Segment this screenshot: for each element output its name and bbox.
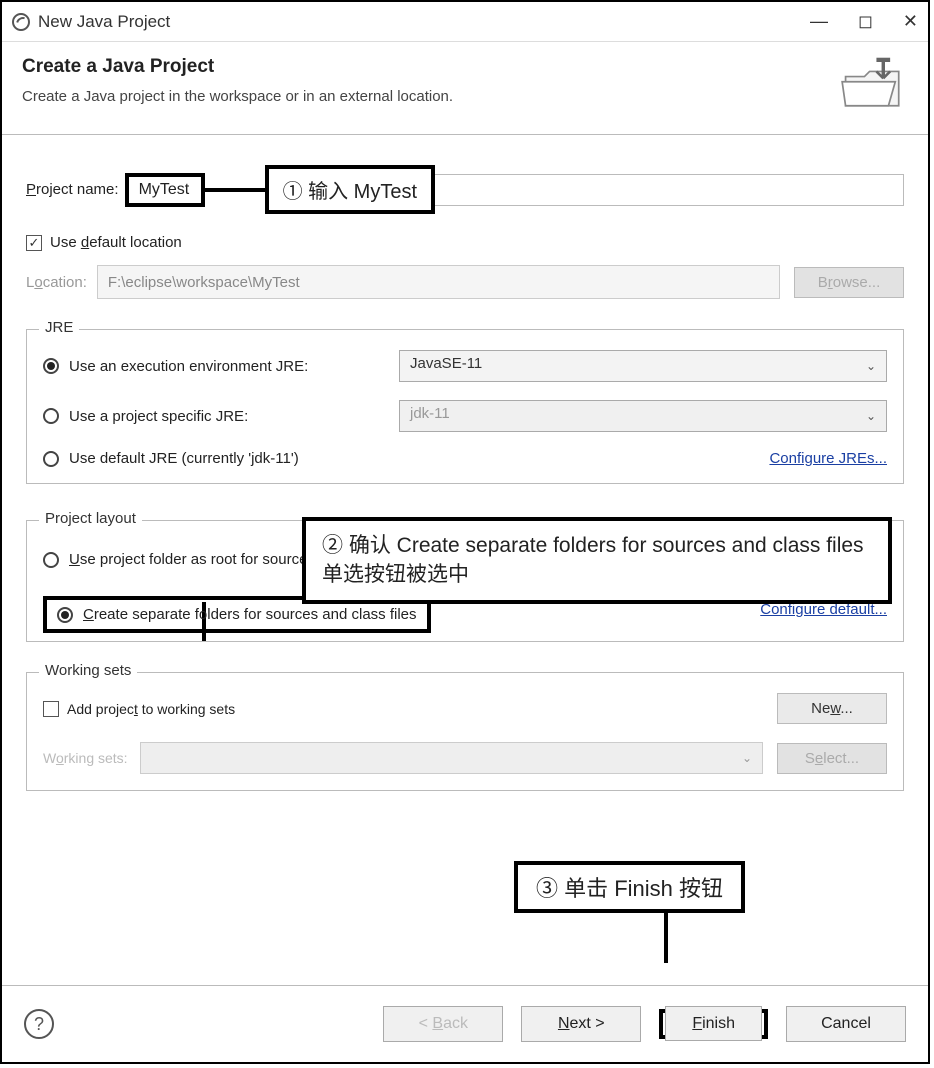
working-sets-select-row: Working sets: ⌄ Select... (43, 742, 887, 774)
project-name-input[interactable]: MyTest (125, 173, 205, 207)
jre-group: JRE Use an execution environment JRE: Ja… (26, 329, 904, 484)
chevron-down-icon: ⌄ (742, 751, 752, 765)
help-icon[interactable]: ? (24, 1009, 54, 1039)
jre-project-specific-label: Use a project specific JRE: (69, 408, 379, 425)
finish-button-highlight: Finish (659, 1009, 768, 1039)
titlebar: New Java Project — ◻ ✕ (2, 2, 928, 42)
annotation-3: ③ 单击 Finish 按钮 (514, 861, 745, 913)
annotation-1: ① 输入 MyTest (265, 165, 435, 214)
project-layout-legend: Project layout (39, 510, 142, 527)
jre-project-specific-radio[interactable] (43, 408, 59, 424)
header-title: Create a Java Project (22, 56, 838, 78)
eclipse-icon (12, 13, 30, 31)
dialog-window: New Java Project — ◻ ✕ Create a Java Pro… (0, 0, 930, 1064)
jre-execution-env-radio[interactable] (43, 358, 59, 374)
new-working-set-button[interactable]: New... (777, 693, 887, 724)
jre-execution-env-row: Use an execution environment JRE: JavaSE… (43, 350, 887, 382)
location-input (97, 265, 780, 299)
add-to-working-sets-checkbox[interactable] (43, 701, 59, 717)
working-sets-label: Working sets: (43, 750, 128, 766)
add-to-working-sets-label: Add project to working sets (67, 701, 235, 717)
annotation-3-connector (664, 907, 668, 963)
select-working-set-button: Select... (777, 743, 887, 774)
jre-project-specific-row: Use a project specific JRE: jdk-11 ⌄ (43, 400, 887, 432)
window-controls: — ◻ ✕ (810, 11, 918, 32)
window-title: New Java Project (38, 12, 810, 32)
folder-icon (838, 56, 908, 116)
project-name-label: Project name: (26, 181, 119, 198)
jre-default-radio[interactable] (43, 451, 59, 467)
chevron-down-icon: ⌄ (866, 409, 876, 423)
working-sets-select: ⌄ (140, 742, 763, 774)
location-row: Location: Browse... (26, 265, 904, 299)
working-sets-group: Working sets Add project to working sets… (26, 672, 904, 791)
layout-root-folder-radio[interactable] (43, 552, 59, 568)
use-default-location-label: Use default location (50, 234, 182, 251)
dialog-header: Create a Java Project Create a Java proj… (2, 42, 928, 135)
jre-default-row: Use default JRE (currently 'jdk-11') Con… (43, 450, 887, 467)
finish-button[interactable]: Finish (665, 1006, 762, 1041)
jre-project-specific-select: jdk-11 ⌄ (399, 400, 887, 432)
maximize-icon[interactable]: ◻ (858, 11, 873, 32)
configure-jres-link[interactable]: Configure JREs... (769, 450, 887, 467)
close-icon[interactable]: ✕ (903, 11, 918, 32)
jre-execution-env-select[interactable]: JavaSE-11 ⌄ (399, 350, 887, 382)
chevron-down-icon: ⌄ (866, 359, 876, 373)
annotation-2: ② 确认 Create separate folders for sources… (302, 517, 892, 604)
minimize-icon[interactable]: — (810, 11, 828, 32)
use-default-location-checkbox[interactable] (26, 235, 42, 251)
layout-separate-folders-label: Create separate folders for sources and … (83, 606, 417, 623)
location-label: Location: (26, 274, 87, 291)
jre-default-label: Use default JRE (currently 'jdk-11') (69, 450, 769, 467)
project-name-row: Project name: MyTest ① 输入 MyTest (26, 165, 904, 214)
working-sets-legend: Working sets (39, 662, 137, 679)
dialog-content: Project name: MyTest ① 输入 MyTest Use def… (2, 135, 928, 985)
use-default-location-row: Use default location (26, 234, 904, 251)
project-name-field-extension[interactable] (435, 174, 904, 206)
jre-execution-env-label: Use an execution environment JRE: (69, 358, 379, 375)
dialog-footer: ? < Back Next > Finish Cancel (2, 985, 928, 1062)
back-button: < Back (383, 1006, 503, 1042)
annotation-connector (205, 188, 265, 192)
next-button[interactable]: Next > (521, 1006, 641, 1042)
header-subtitle: Create a Java project in the workspace o… (22, 88, 838, 105)
cancel-button[interactable]: Cancel (786, 1006, 906, 1042)
browse-button: Browse... (794, 267, 904, 298)
jre-legend: JRE (39, 319, 79, 336)
layout-separate-folders-radio[interactable] (57, 607, 73, 623)
